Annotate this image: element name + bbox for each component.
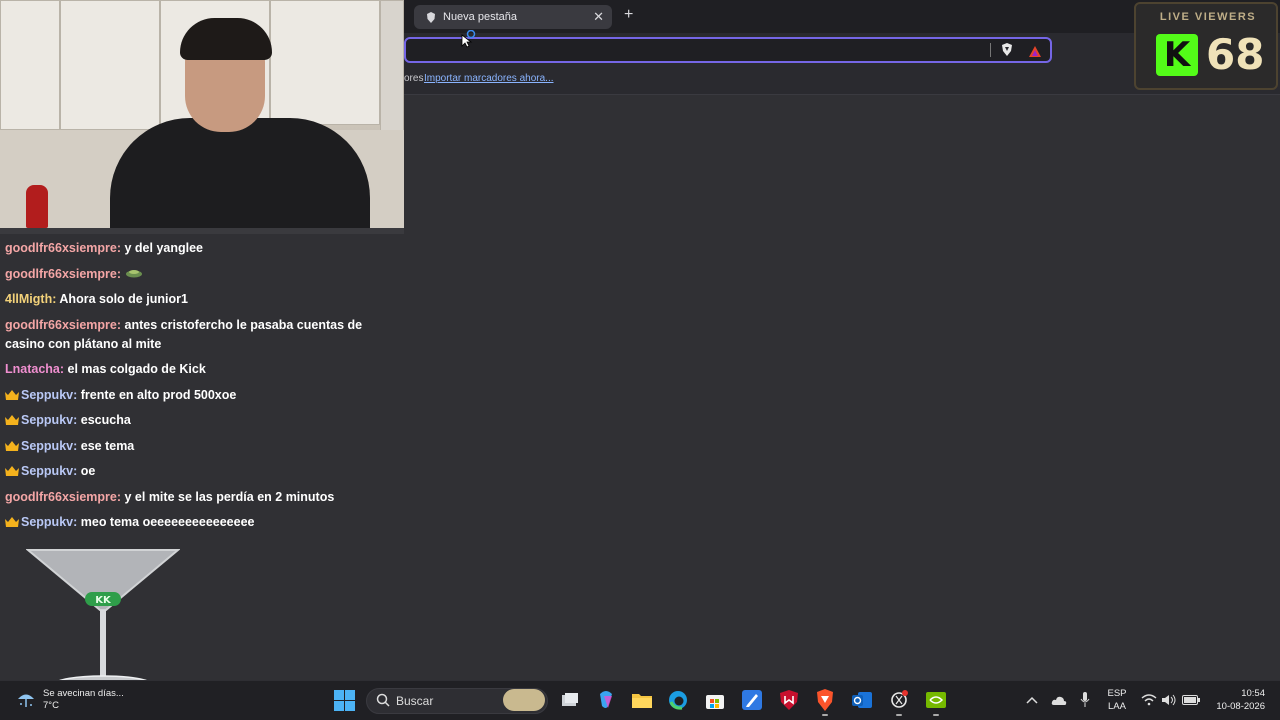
volume-icon[interactable] bbox=[1158, 689, 1180, 711]
whiteboard-panel bbox=[380, 0, 404, 135]
nvidia-icon[interactable] bbox=[925, 689, 947, 711]
crown-badge-icon bbox=[5, 517, 19, 527]
tab-nueva-pestana[interactable]: Nueva pestaña ✕ bbox=[414, 5, 612, 29]
chat-text: oe bbox=[80, 464, 96, 478]
task-view-icon[interactable] bbox=[559, 689, 581, 711]
address-bar[interactable] bbox=[404, 37, 1052, 63]
chat-overlay: goodlfr66xsiempre: y del yanglee goodlfr… bbox=[0, 228, 404, 538]
chat-message: goodlfr66xsiempre: y del yanglee bbox=[5, 239, 400, 258]
crown-badge-icon bbox=[5, 466, 19, 476]
live-viewers-widget: LIVE VIEWERS K 68 bbox=[1134, 2, 1278, 90]
soda-bottle bbox=[26, 185, 48, 228]
chat-message: goodlfr66xsiempre: antes cristofercho le… bbox=[5, 316, 400, 354]
chat-cutoff-message bbox=[0, 228, 404, 234]
whiteboard-panel bbox=[60, 0, 160, 130]
live-viewers-title: LIVE VIEWERS bbox=[1159, 11, 1257, 23]
weather-forecast: Se avecinan días... bbox=[43, 688, 124, 699]
emote-icon bbox=[125, 267, 143, 281]
chat-text: el mas colgado de Kick bbox=[67, 362, 206, 376]
chat-message: Seppukv: frente en alto prod 500xoe bbox=[5, 386, 400, 405]
input-language-indicator[interactable]: ESP LAA bbox=[1106, 687, 1128, 713]
running-app-indicator bbox=[896, 714, 902, 716]
edge-browser-icon[interactable] bbox=[667, 689, 689, 711]
chatgpt-icon[interactable] bbox=[888, 689, 910, 711]
chat-text: y el mite se las perdía en 2 minutos bbox=[124, 490, 335, 504]
new-tab-button[interactable]: + bbox=[624, 6, 633, 24]
running-app-indicator bbox=[933, 714, 939, 716]
weather-widget[interactable]: Se avecinan días... 7°C bbox=[43, 688, 124, 712]
chat-text: meo tema oeeeeeeeeeeeeeee bbox=[80, 515, 255, 529]
chat-username: goodlfr66xsiempre: bbox=[5, 318, 122, 332]
outlook-icon[interactable] bbox=[851, 689, 873, 711]
address-bar-divider bbox=[990, 43, 991, 57]
search-highlight-image bbox=[503, 689, 545, 711]
tab-title: Nueva pestaña bbox=[443, 11, 517, 23]
svg-text:KK: KK bbox=[95, 595, 112, 606]
chat-text: Ahora solo de junior1 bbox=[59, 292, 188, 306]
viewer-count: 68 bbox=[1206, 30, 1265, 79]
chat-message: goodlfr66xsiempre: y el mite se las perd… bbox=[5, 488, 400, 507]
cloud-icon[interactable] bbox=[1048, 689, 1070, 711]
chat-username: Lnatacha: bbox=[5, 362, 65, 376]
brave-tab-icon bbox=[426, 11, 436, 23]
mcafee-shield-icon[interactable] bbox=[778, 689, 800, 711]
wifi-icon[interactable] bbox=[1138, 689, 1160, 711]
chat-username: goodlfr66xsiempre: bbox=[5, 267, 122, 281]
app-pen-icon[interactable] bbox=[741, 689, 763, 711]
chat-username: Seppukv: bbox=[21, 439, 78, 453]
mouse-cursor-icon bbox=[461, 29, 477, 53]
chat-username: Seppukv: bbox=[21, 388, 78, 402]
webcam-overlay bbox=[0, 0, 404, 228]
chat-username: goodlfr66xsiempre: bbox=[5, 490, 122, 504]
chat-message: Seppukv: meo tema oeeeeeeeeeeeeeee bbox=[5, 513, 400, 532]
chat-message: goodlfr66xsiempre: bbox=[5, 265, 400, 284]
microsoft-store-icon[interactable] bbox=[704, 689, 726, 711]
chat-text: escucha bbox=[80, 413, 131, 427]
close-tab-icon[interactable]: ✕ bbox=[593, 9, 604, 25]
language-code: ESP bbox=[1107, 688, 1127, 699]
chat-username: goodlfr66xsiempre: bbox=[5, 241, 122, 255]
weather-umbrella-icon[interactable] bbox=[16, 690, 36, 715]
chat-text: ese tema bbox=[80, 439, 135, 453]
file-explorer-icon[interactable] bbox=[631, 689, 653, 711]
brave-browser-icon[interactable] bbox=[814, 689, 836, 711]
streamer-hair bbox=[180, 18, 272, 60]
chat-username: Seppukv: bbox=[21, 464, 78, 478]
whiteboard-panel bbox=[270, 0, 380, 125]
chat-message: Seppukv: oe bbox=[5, 462, 400, 481]
chat-username: 4llMigth: bbox=[5, 292, 57, 306]
keyboard-layout: LAA bbox=[1108, 701, 1126, 712]
chat-message: Seppukv: escucha bbox=[5, 411, 400, 430]
chat-message: 4llMigth: Ahora solo de junior1 bbox=[5, 290, 400, 309]
active-app-indicator bbox=[822, 714, 828, 716]
streamer-body bbox=[110, 118, 370, 228]
chat-message: Lnatacha: el mas colgado de Kick bbox=[5, 360, 400, 379]
chat-text: y del yanglee bbox=[124, 241, 204, 255]
battery-icon[interactable] bbox=[1180, 689, 1202, 711]
chat-username: Seppukv: bbox=[21, 515, 78, 529]
system-clock[interactable]: 10:54 10-08-2026 bbox=[1210, 687, 1265, 713]
clock-date: 10-08-2026 bbox=[1216, 701, 1265, 712]
weather-temperature: 7°C bbox=[43, 700, 59, 711]
kick-logo-icon: K bbox=[1156, 34, 1198, 76]
crown-badge-icon bbox=[5, 415, 19, 425]
crown-badge-icon bbox=[5, 390, 19, 400]
import-bookmarks-link[interactable]: Importar marcadores ahora... bbox=[424, 73, 554, 84]
whiteboard-left bbox=[0, 0, 60, 130]
search-label: Buscar bbox=[396, 694, 434, 708]
chevron-up-icon[interactable] bbox=[1021, 689, 1043, 711]
crown-badge-icon bbox=[5, 441, 19, 451]
chat-text: frente en alto prod 500xoe bbox=[80, 388, 237, 402]
martini-glass-overlay: KK bbox=[25, 546, 181, 701]
microphone-icon[interactable] bbox=[1074, 689, 1096, 711]
chat-username: Seppukv: bbox=[21, 413, 78, 427]
start-button[interactable] bbox=[334, 690, 355, 711]
clock-time: 10:54 bbox=[1241, 688, 1265, 699]
chat-message: Seppukv: ese tema bbox=[5, 437, 400, 456]
brave-shields-icon[interactable] bbox=[1001, 43, 1013, 61]
search-icon bbox=[376, 693, 390, 712]
brave-rewards-icon[interactable] bbox=[1029, 44, 1041, 62]
copilot-icon[interactable] bbox=[595, 689, 617, 711]
bookmarks-bar-text: ores bbox=[404, 73, 424, 84]
